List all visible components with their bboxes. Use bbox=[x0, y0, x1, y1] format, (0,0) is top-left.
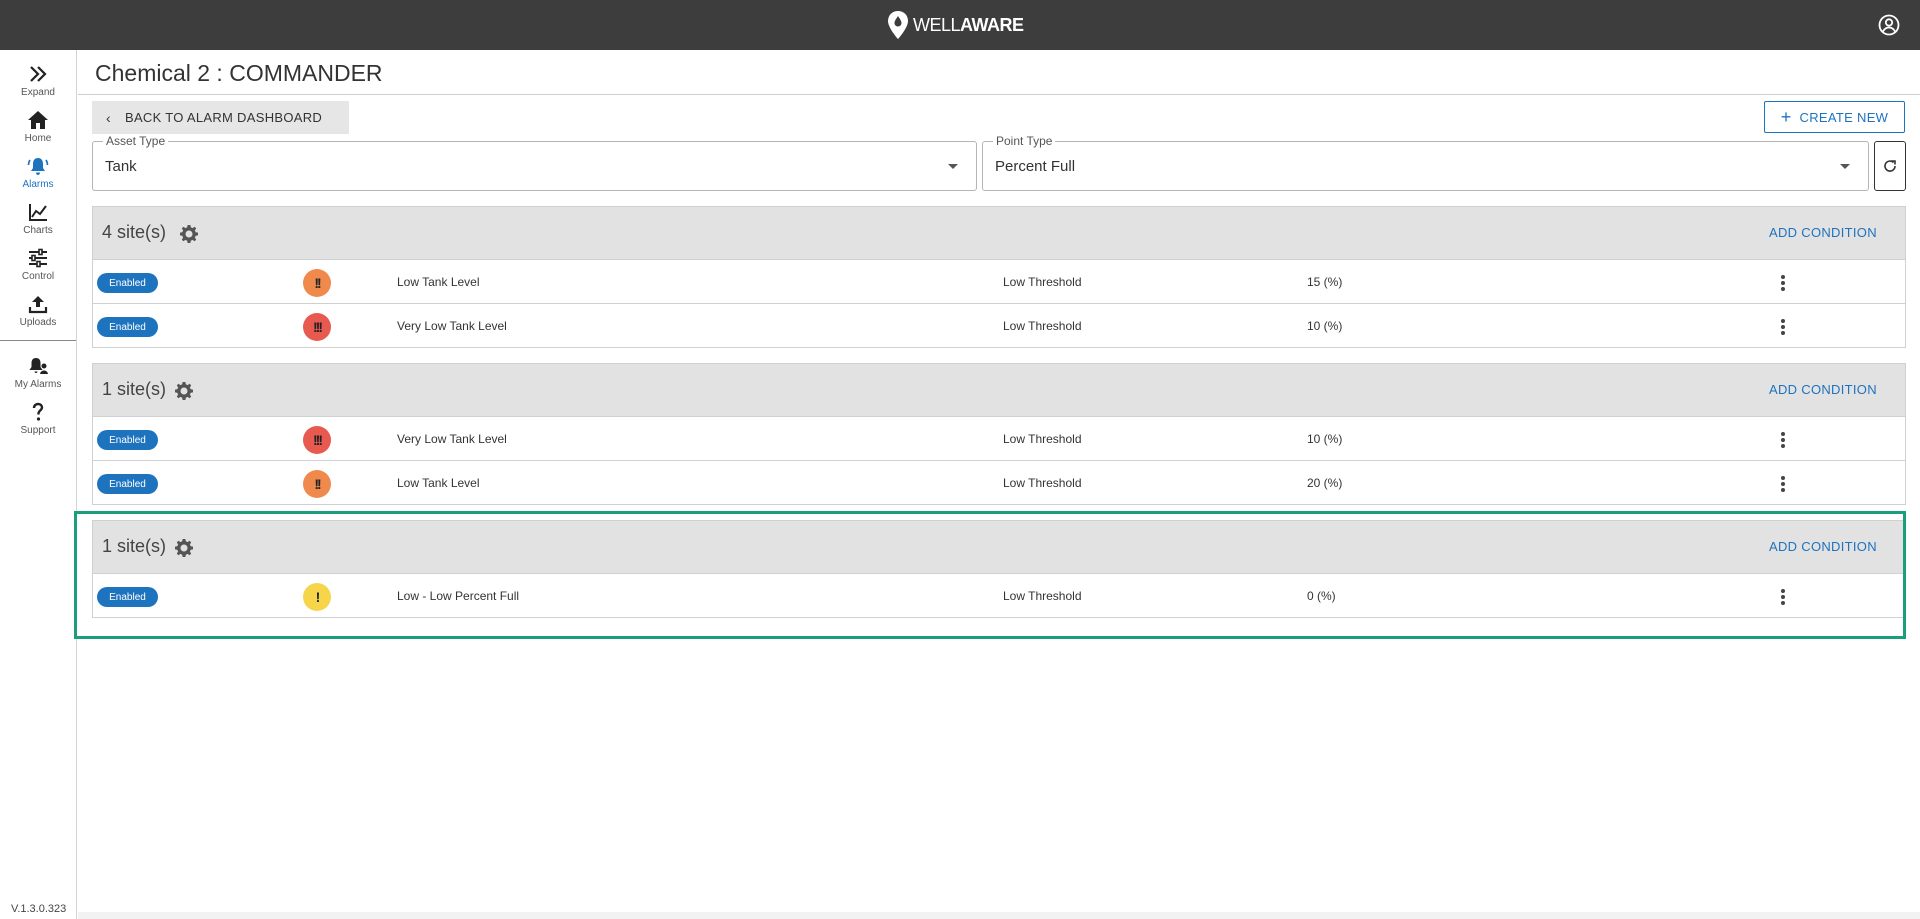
back-button-label: BACK TO ALARM DASHBOARD bbox=[124, 110, 323, 125]
point-type-select[interactable]: Point Type Percent Full bbox=[982, 134, 1869, 191]
severity-icon: !!! bbox=[303, 426, 331, 454]
severity-icon: !!! bbox=[303, 313, 331, 341]
back-to-alarm-dashboard-button[interactable]: ‹ BACK TO ALARM DASHBOARD bbox=[92, 101, 349, 134]
upload-icon bbox=[28, 296, 48, 314]
alarm-value: 15 (%) bbox=[1307, 275, 1343, 289]
more-vert-icon[interactable] bbox=[1776, 273, 1790, 293]
group-site-count: 4 site(s) bbox=[102, 222, 167, 242]
sidebar-item-alarms[interactable]: Alarms bbox=[0, 156, 76, 198]
alarm-threshold: Low Threshold bbox=[1003, 432, 1082, 446]
status-badge[interactable]: Enabled bbox=[97, 587, 158, 607]
footer-strip bbox=[78, 912, 1920, 919]
alarm-value: 10 (%) bbox=[1307, 319, 1343, 333]
sidebar-item-label: Home bbox=[24, 133, 52, 144]
asset-type-label: Asset Type bbox=[103, 134, 169, 148]
alarm-threshold: Low Threshold bbox=[1003, 476, 1082, 490]
status-badge[interactable]: Enabled bbox=[97, 430, 158, 450]
create-new-button[interactable]: + CREATE NEW bbox=[1764, 101, 1905, 133]
line-chart-icon bbox=[29, 204, 47, 221]
user-bell-icon bbox=[29, 358, 48, 374]
sidebar-item-label: Charts bbox=[23, 225, 53, 236]
point-type-value: Percent Full bbox=[995, 158, 1076, 175]
refresh-icon bbox=[1884, 160, 1896, 172]
table-row[interactable]: Enabled !!! Very Low Tank Level Low Thre… bbox=[92, 304, 1906, 348]
severity-icon: ! bbox=[303, 583, 331, 611]
alarm-name: Low Tank Level bbox=[397, 476, 480, 490]
alarm-name: Low - Low Percent Full bbox=[397, 589, 520, 603]
point-type-label: Point Type bbox=[993, 134, 1056, 148]
alarm-threshold: Low Threshold bbox=[1003, 275, 1082, 289]
alarm-value: 10 (%) bbox=[1307, 432, 1343, 446]
alarm-threshold: Low Threshold bbox=[1003, 319, 1082, 333]
alarm-name: Very Low Tank Level bbox=[397, 319, 507, 333]
alarm-group-header: 1 site(s) ADD CONDITION bbox=[92, 520, 1906, 574]
caret-down-icon bbox=[1840, 164, 1850, 169]
severity-icon: !! bbox=[303, 470, 331, 498]
alarm-group-header: 1 site(s) ADD CONDITION bbox=[92, 363, 1906, 417]
table-row[interactable]: Enabled ! Low - Low Percent Full Low Thr… bbox=[92, 574, 1906, 618]
refresh-button[interactable] bbox=[1874, 141, 1906, 191]
alarm-bell-icon bbox=[27, 158, 49, 175]
sidebar-item-my-alarms[interactable]: My Alarms bbox=[0, 356, 76, 398]
brand-text: WELLAWARE bbox=[913, 14, 1024, 35]
gear-icon[interactable] bbox=[174, 538, 194, 558]
account-circle-icon[interactable] bbox=[1878, 14, 1900, 36]
sidebar-item-control[interactable]: Control bbox=[0, 248, 76, 290]
question-icon bbox=[32, 402, 44, 421]
table-row[interactable]: Enabled !! Low Tank Level Low Threshold … bbox=[92, 260, 1906, 304]
top-bar: WELLAWARE bbox=[0, 0, 1920, 50]
add-condition-button[interactable]: ADD CONDITION bbox=[1769, 539, 1877, 554]
drop-pin-icon bbox=[888, 11, 908, 39]
group-site-count: 1 site(s) bbox=[102, 379, 167, 399]
title-divider bbox=[78, 94, 1920, 95]
sidebar-item-label: Expand bbox=[21, 87, 55, 98]
more-vert-icon[interactable] bbox=[1776, 430, 1790, 450]
gear-icon[interactable] bbox=[179, 224, 199, 244]
app-version: V.1.3.0.323 bbox=[11, 903, 67, 915]
sidebar-item-home[interactable]: Home bbox=[0, 110, 76, 152]
sidebar-item-uploads[interactable]: Uploads bbox=[0, 294, 76, 336]
status-badge[interactable]: Enabled bbox=[97, 273, 158, 293]
alarm-value: 20 (%) bbox=[1307, 476, 1343, 490]
main-content: Chemical 2 : COMMANDER ‹ BACK TO ALARM D… bbox=[74, 50, 1920, 919]
double-chevron-right-icon bbox=[30, 66, 47, 82]
status-badge[interactable]: Enabled bbox=[97, 317, 158, 337]
wellaware-logo[interactable]: WELLAWARE bbox=[886, 10, 1024, 40]
caret-down-icon bbox=[948, 164, 958, 169]
sidebar: Expand Home Alarms Charts Control Upload… bbox=[0, 50, 77, 919]
add-condition-button[interactable]: ADD CONDITION bbox=[1769, 225, 1877, 240]
alarm-group-header: 4 site(s) ADD CONDITION bbox=[92, 206, 1906, 260]
status-badge[interactable]: Enabled bbox=[97, 474, 158, 494]
page-title: Chemical 2 : COMMANDER bbox=[95, 60, 383, 86]
alarm-value: 0 (%) bbox=[1307, 589, 1336, 603]
sidebar-item-label: Support bbox=[20, 425, 56, 436]
sidebar-item-charts[interactable]: Charts bbox=[0, 202, 76, 244]
sidebar-item-expand[interactable]: Expand bbox=[0, 64, 76, 106]
sidebar-item-support[interactable]: Support bbox=[0, 402, 76, 444]
sliders-icon bbox=[29, 248, 47, 268]
sidebar-item-label: Uploads bbox=[19, 317, 57, 328]
more-vert-icon[interactable] bbox=[1776, 587, 1790, 607]
severity-icon: !! bbox=[303, 269, 331, 297]
plus-icon: + bbox=[1780, 107, 1792, 127]
sidebar-item-label: My Alarms bbox=[14, 379, 62, 390]
sidebar-item-label: Alarms bbox=[22, 179, 54, 190]
asset-type-value: Tank bbox=[105, 158, 137, 175]
more-vert-icon[interactable] bbox=[1776, 474, 1790, 494]
sidebar-item-label: Control bbox=[21, 271, 55, 282]
asset-type-select[interactable]: Asset Type Tank bbox=[92, 134, 977, 191]
add-condition-button[interactable]: ADD CONDITION bbox=[1769, 382, 1877, 397]
chevron-left-icon: ‹ bbox=[106, 109, 111, 126]
table-row[interactable]: Enabled !!! Very Low Tank Level Low Thre… bbox=[92, 417, 1906, 461]
more-vert-icon[interactable] bbox=[1776, 317, 1790, 337]
alarm-threshold: Low Threshold bbox=[1003, 589, 1082, 603]
home-icon bbox=[28, 111, 48, 129]
create-button-label: CREATE NEW bbox=[1799, 109, 1889, 125]
sidebar-divider bbox=[0, 340, 76, 341]
alarm-name: Very Low Tank Level bbox=[397, 432, 507, 446]
gear-icon[interactable] bbox=[174, 381, 194, 401]
group-site-count: 1 site(s) bbox=[102, 536, 167, 556]
table-row[interactable]: Enabled !! Low Tank Level Low Threshold … bbox=[92, 461, 1906, 505]
alarm-name: Low Tank Level bbox=[397, 275, 480, 289]
